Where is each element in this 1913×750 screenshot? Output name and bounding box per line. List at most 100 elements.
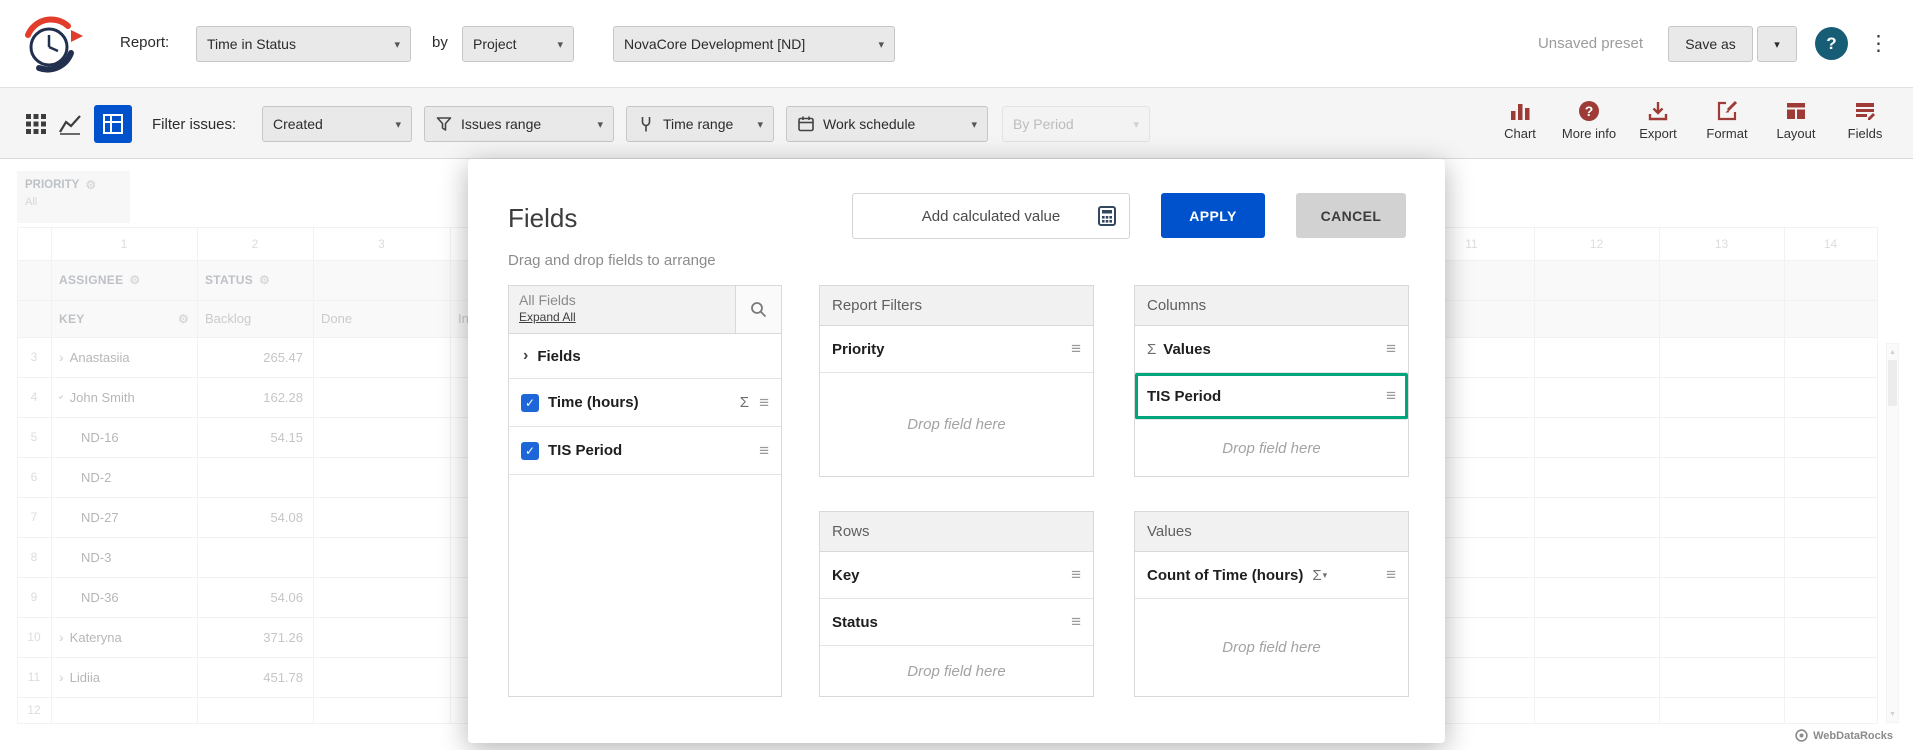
- field-label: Time (hours): [548, 394, 639, 411]
- cancel-button[interactable]: CANCEL: [1296, 193, 1406, 238]
- format-icon: [1715, 99, 1739, 123]
- fields-icon: [1853, 99, 1877, 123]
- checkbox-checked-icon[interactable]: ✓: [521, 394, 539, 412]
- report-type-value: Time in Status: [207, 36, 296, 52]
- chevron-down-icon: ▾: [961, 118, 977, 131]
- field-item-time-hours[interactable]: ✓ Time (hours) Σ ≡: [509, 379, 781, 427]
- zone-field-key[interactable]: Key ≡: [820, 552, 1093, 599]
- by-period-button-disabled: By Period ▾: [1002, 106, 1150, 142]
- field-label: TIS Period: [1147, 388, 1221, 405]
- issues-range-button[interactable]: Issues range ▾: [424, 106, 614, 142]
- time-range-icon: [637, 115, 655, 133]
- chevron-down-icon: ▾: [384, 38, 400, 51]
- values-title: Values: [1135, 512, 1408, 552]
- chart-button[interactable]: Chart: [1492, 99, 1548, 141]
- drop-zone[interactable]: Drop field here: [1135, 420, 1408, 476]
- project-value: NovaCore Development [ND]: [624, 36, 805, 52]
- fields-button[interactable]: Fields: [1837, 99, 1893, 141]
- calendar-icon: [797, 115, 815, 133]
- add-calculated-value-button[interactable]: Add calculated value: [852, 193, 1130, 239]
- more-info-button-label: More info: [1562, 126, 1616, 141]
- by-label: by: [432, 34, 448, 51]
- drag-handle-icon[interactable]: ≡: [1386, 565, 1396, 585]
- app-header: Report: Time in Status ▾ by Project ▾ No…: [0, 0, 1913, 88]
- values-panel: Values Count of Time (hours) Σ ▾ ≡ Drop …: [1134, 511, 1409, 697]
- pivot-grid-icon: [102, 113, 124, 135]
- toolbar-actions: Chart ? More info Export: [1492, 99, 1893, 141]
- created-filter-value: Created: [273, 116, 323, 132]
- report-filters-panel: Report Filters Priority ≡ Drop field her…: [819, 285, 1094, 477]
- zone-field-priority[interactable]: Priority ≡: [820, 326, 1093, 373]
- time-range-button[interactable]: Time range ▾: [626, 106, 774, 142]
- aggregation-sigma-icon[interactable]: Σ: [1312, 567, 1321, 584]
- funnel-icon: [435, 115, 453, 133]
- save-as-dropdown-button[interactable]: ▾: [1757, 26, 1797, 62]
- drag-handle-icon[interactable]: ≡: [1071, 612, 1081, 632]
- dialog-subtitle: Drag and drop fields to arrange: [508, 252, 716, 269]
- sigma-icon: Σ: [1147, 341, 1156, 358]
- columns-panel: Columns Σ Values ≡ TIS Period ≡ Drop fie…: [1134, 285, 1409, 477]
- search-icon: [750, 301, 767, 318]
- drop-zone[interactable]: Drop field here: [820, 646, 1093, 696]
- issues-range-label: Issues range: [461, 116, 541, 132]
- zone-field-status[interactable]: Status ≡: [820, 599, 1093, 646]
- expand-all-link[interactable]: Expand All: [519, 310, 725, 324]
- created-filter-select[interactable]: Created ▾: [262, 106, 412, 142]
- app-logo-icon: [16, 11, 88, 75]
- zone-field-count-of-time-hours[interactable]: Count of Time (hours) Σ ▾ ≡: [1135, 552, 1408, 599]
- more-menu-button[interactable]: ⋮: [1868, 26, 1889, 62]
- save-as-button[interactable]: Save as: [1668, 26, 1753, 62]
- drag-handle-icon[interactable]: ≡: [1071, 565, 1081, 585]
- chevron-right-icon: ›: [523, 347, 528, 365]
- report-filters-title: Report Filters: [820, 286, 1093, 326]
- group-by-select[interactable]: Project ▾: [462, 26, 574, 62]
- grid-view-icon[interactable]: [25, 113, 47, 135]
- drag-handle-icon[interactable]: ≡: [1386, 386, 1396, 406]
- search-button[interactable]: [735, 286, 781, 333]
- format-button[interactable]: Format: [1699, 99, 1755, 141]
- field-label: Values: [1163, 341, 1211, 358]
- export-button-label: Export: [1639, 126, 1677, 141]
- export-button[interactable]: Export: [1630, 99, 1686, 141]
- checkbox-checked-icon[interactable]: ✓: [521, 442, 539, 460]
- layout-icon: [1784, 99, 1808, 123]
- bar-chart-icon: [1508, 99, 1532, 123]
- drag-handle-icon[interactable]: ≡: [759, 441, 769, 461]
- project-select[interactable]: NovaCore Development [ND] ▾: [613, 26, 895, 62]
- drop-zone[interactable]: Drop field here: [1135, 599, 1408, 696]
- field-label: Priority: [832, 341, 885, 358]
- sigma-icon[interactable]: Σ: [740, 394, 749, 411]
- report-type-select[interactable]: Time in Status ▾: [196, 26, 411, 62]
- field-label: Status: [832, 614, 878, 631]
- chevron-down-icon: ▾: [547, 38, 563, 51]
- chart-view-icon[interactable]: [58, 113, 82, 135]
- preset-status: Unsaved preset: [1493, 35, 1643, 52]
- fields-tree-node[interactable]: › Fields: [509, 334, 781, 379]
- drag-handle-icon[interactable]: ≡: [759, 393, 769, 413]
- save-as-label: Save as: [1685, 36, 1736, 52]
- info-icon: ?: [1577, 99, 1601, 123]
- drop-zone[interactable]: Drop field here: [820, 373, 1093, 476]
- work-schedule-button[interactable]: Work schedule ▾: [786, 106, 988, 142]
- pivot-view-button-active[interactable]: [94, 105, 132, 143]
- rows-panel: Rows Key ≡ Status ≡ Drop field here: [819, 511, 1094, 697]
- field-item-tis-period[interactable]: ✓ TIS Period ≡: [509, 427, 781, 475]
- more-info-button[interactable]: ? More info: [1561, 99, 1617, 141]
- chart-button-label: Chart: [1504, 126, 1536, 141]
- apply-button[interactable]: APPLY: [1161, 193, 1265, 238]
- zone-field-tis-period-highlighted[interactable]: TIS Period ≡: [1135, 373, 1408, 420]
- columns-title: Columns: [1135, 286, 1408, 326]
- layout-button[interactable]: Layout: [1768, 99, 1824, 141]
- field-label: Key: [832, 567, 860, 584]
- format-button-label: Format: [1706, 126, 1747, 141]
- add-calculated-value-label: Add calculated value: [922, 208, 1060, 225]
- layout-button-label: Layout: [1776, 126, 1815, 141]
- webdatarocks-attribution[interactable]: WebDataRocks: [1795, 729, 1893, 742]
- chevron-down-icon: ▾: [385, 118, 401, 131]
- report-label: Report:: [120, 34, 169, 51]
- zone-field-values[interactable]: Σ Values ≡: [1135, 326, 1408, 373]
- all-fields-header: All Fields Expand All: [509, 286, 781, 334]
- drag-handle-icon[interactable]: ≡: [1071, 339, 1081, 359]
- drag-handle-icon[interactable]: ≡: [1386, 339, 1396, 359]
- help-button[interactable]: ?: [1815, 27, 1848, 60]
